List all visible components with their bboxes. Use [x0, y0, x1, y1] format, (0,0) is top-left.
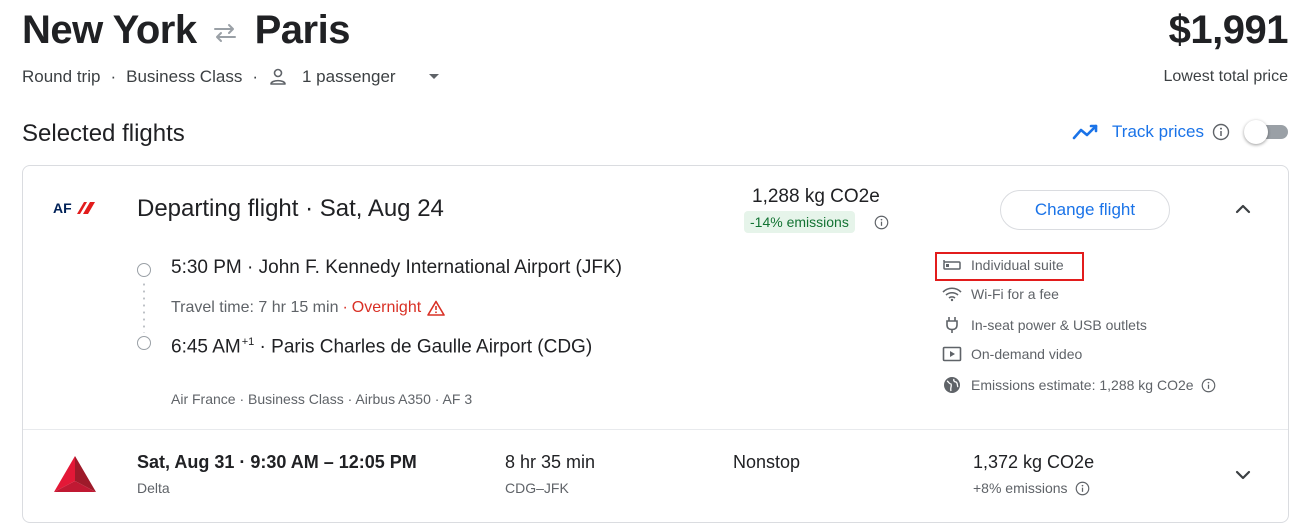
info-icon[interactable] [874, 215, 889, 230]
swap-arrows-icon [211, 23, 241, 43]
departing-flight-title: Departing flight · Sat, Aug 24 [137, 195, 444, 222]
departing-co2: 1,288 kg CO2e [752, 186, 880, 207]
arrival-time: 6:45 AM [171, 336, 241, 358]
info-icon[interactable] [1212, 123, 1230, 141]
return-emissions: +8% emissions [973, 480, 1090, 496]
person-icon [268, 67, 288, 87]
departure-row: 5:30 PM · John F. Kennedy International … [171, 257, 622, 278]
return-airline: Delta [137, 480, 170, 496]
amenity-video: On-demand video [942, 346, 1082, 362]
amenity-power: In-seat power & USB outlets [942, 316, 1147, 334]
section-title: Selected flights [22, 120, 185, 147]
route-title: New York Paris [22, 8, 350, 53]
return-times: 9:30 AM – 12:05 PM [250, 452, 417, 472]
destination-city: Paris [254, 8, 351, 52]
air-france-logo: AF [53, 200, 97, 216]
arrival-airport: Paris Charles de Gaulle Airport (CDG) [271, 336, 593, 358]
wifi-icon [942, 286, 962, 302]
divider [23, 429, 1288, 430]
return-route: CDG–JFK [505, 480, 569, 496]
info-icon[interactable] [1201, 378, 1216, 393]
return-stops: Nonstop [733, 452, 801, 472]
power-plug-icon [942, 316, 962, 334]
video-icon [942, 346, 962, 362]
amenity-wifi: Wi-Fi for a fee [942, 286, 1059, 302]
delta-logo [53, 455, 97, 498]
track-prices-toggle[interactable] [1244, 120, 1288, 144]
change-flight-button[interactable]: Change flight [1000, 190, 1170, 230]
passenger-selector[interactable]: 1 passenger [268, 67, 440, 87]
return-duration: 8 hr 35 min [505, 452, 596, 472]
departure-airport: John F. Kennedy International Airport (J… [258, 257, 622, 278]
cabin-class: Business Class [126, 67, 243, 86]
return-co2: 1,372 kg CO2e [973, 452, 1095, 472]
timeline-end-dot [137, 336, 151, 350]
svg-text:AF: AF [53, 200, 72, 216]
departure-time: 5:30 PM [171, 257, 242, 278]
passenger-count: 1 passenger [302, 67, 396, 86]
trip-type: Round trip [22, 67, 101, 86]
origin-city: New York [22, 8, 197, 52]
globe-icon [942, 376, 962, 394]
travel-time-row: Travel time: 7 hr 15 min · Overnight [171, 299, 445, 317]
return-date: Sat, Aug 31 [137, 452, 235, 472]
warning-icon [427, 300, 445, 316]
timeline-start-dot [137, 263, 151, 277]
overnight-label: Overnight [351, 299, 422, 316]
flight-details: Air France · Business Class · Airbus A35… [171, 391, 473, 407]
track-prices: Track prices [1072, 120, 1288, 144]
price-caption: Lowest total price [1163, 68, 1288, 85]
return-flight-title[interactable]: Sat, Aug 31 · 9:30 AM – 12:05 PM [137, 452, 417, 473]
seat-icon [942, 258, 962, 272]
amenity-emissions: Emissions estimate: 1,288 kg CO2e [942, 376, 1216, 394]
trend-icon [1072, 123, 1100, 141]
day-offset: +1 [241, 336, 255, 348]
trip-summary: Round trip · Business Class · 1 passenge… [22, 67, 440, 87]
info-icon[interactable] [1075, 481, 1090, 496]
chevron-up-icon[interactable] [1232, 198, 1254, 220]
amenity-individual-suite: Individual suite [942, 257, 1064, 273]
timeline-line [143, 281, 145, 333]
emissions-badge: -14% emissions [744, 211, 855, 233]
chevron-down-icon[interactable] [1232, 464, 1254, 486]
total-price: $1,991 [1168, 8, 1289, 52]
arrival-row: 6:45 AM+1 · Paris Charles de Gaulle Airp… [171, 336, 593, 358]
departing-date: Sat, Aug 24 [319, 195, 444, 222]
dropdown-arrow-icon [428, 73, 440, 81]
track-prices-label[interactable]: Track prices [1112, 122, 1204, 142]
travel-time: Travel time: 7 hr 15 min [171, 299, 339, 316]
